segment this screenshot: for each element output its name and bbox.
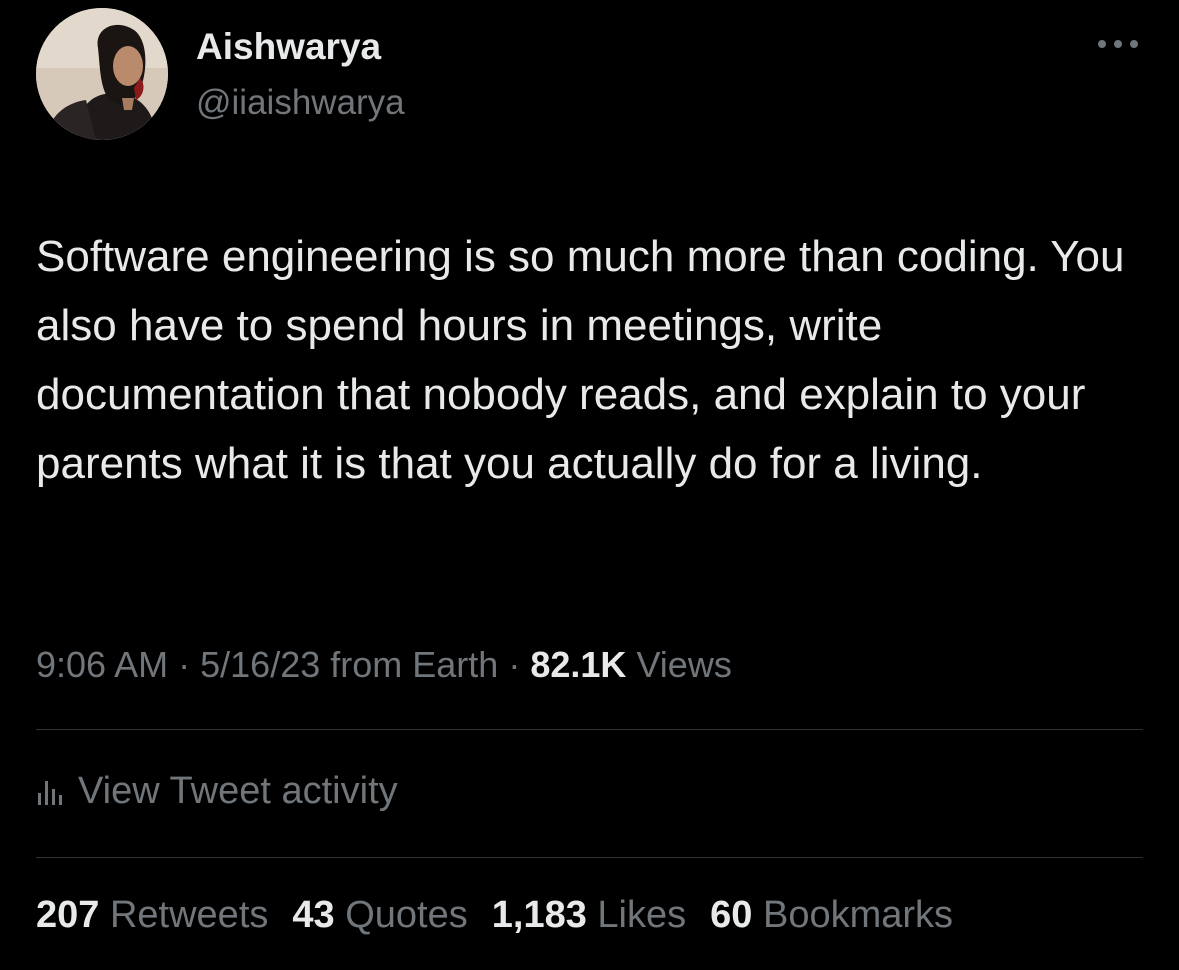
likes-stat[interactable]: 1,183 Likes	[492, 894, 686, 937]
tweet-text: Software engineering is so much more tha…	[36, 232, 1125, 488]
views-label: Views	[636, 644, 732, 685]
author-display-name[interactable]: Aishwarya	[196, 26, 381, 68]
more-options-button[interactable]	[1094, 33, 1142, 55]
tweet-date[interactable]: 5/16/23	[200, 644, 320, 685]
retweets-stat[interactable]: 207 Retweets	[36, 894, 268, 937]
quotes-stat[interactable]: 43 Quotes	[292, 894, 467, 937]
profile-photo-icon	[36, 8, 168, 140]
quotes-label: Quotes	[345, 894, 468, 936]
engagement-stats: 207 Retweets 43 Quotes 1,183 Likes 60 Bo…	[36, 894, 953, 937]
retweets-label: Retweets	[109, 894, 269, 936]
bookmarks-stat[interactable]: 60 Bookmarks	[710, 894, 953, 937]
meta-separator: ·	[178, 644, 191, 685]
likes-label: Likes	[597, 894, 687, 936]
views-count: 82.1K	[530, 644, 627, 685]
bookmarks-count: 60	[710, 894, 753, 936]
meta-separator: ·	[508, 644, 521, 685]
divider	[36, 729, 1143, 730]
retweets-count: 207	[36, 894, 100, 936]
tweet-time[interactable]: 9:06 AM	[36, 644, 168, 685]
author-handle[interactable]: @iiaishwarya	[196, 83, 405, 123]
analytics-bars-icon	[38, 781, 62, 805]
view-tweet-activity-label: View Tweet activity	[78, 769, 398, 812]
quotes-count: 43	[292, 894, 335, 936]
divider	[36, 857, 1143, 858]
tweet-meta: 9:06 AM · 5/16/23 from Earth · 82.1K Vie…	[36, 644, 732, 686]
avatar[interactable]	[36, 8, 168, 140]
bookmarks-label: Bookmarks	[762, 894, 954, 936]
tweet-source: from Earth	[330, 644, 499, 685]
more-dots-icon	[1098, 40, 1138, 48]
view-tweet-activity-link[interactable]: View Tweet activity	[36, 766, 398, 816]
likes-count: 1,183	[491, 894, 587, 936]
